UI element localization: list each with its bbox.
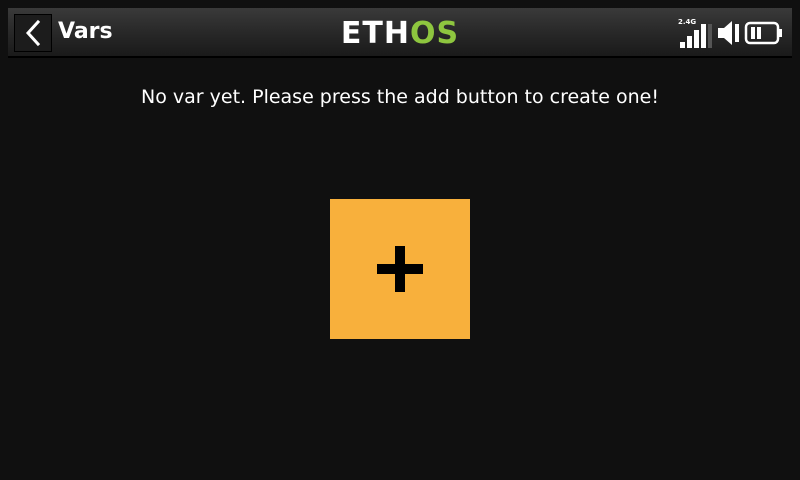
add-var-button[interactable] <box>330 199 470 339</box>
status-icons: 2.4G <box>678 16 784 50</box>
plus-icon <box>377 246 423 292</box>
back-button[interactable] <box>14 14 52 52</box>
chevron-left-icon <box>25 19 41 47</box>
ethos-logo: ETH OS <box>338 15 462 51</box>
empty-state-message: No var yet. Please press the add button … <box>141 86 659 108</box>
rf-signal: 2.4G <box>678 16 714 50</box>
battery-icon <box>744 21 782 45</box>
title-bar: Vars ETH OS 2.4G <box>8 8 792 58</box>
signal-bars-icon <box>680 24 712 48</box>
page-title: Vars <box>58 19 113 44</box>
logo-text-white: ETH <box>340 15 410 51</box>
vars-screen: Vars ETH OS 2.4G No var yet. Please pres… <box>0 0 800 480</box>
speaker-icon[interactable] <box>716 16 742 50</box>
logo-text-green: OS <box>409 15 460 51</box>
